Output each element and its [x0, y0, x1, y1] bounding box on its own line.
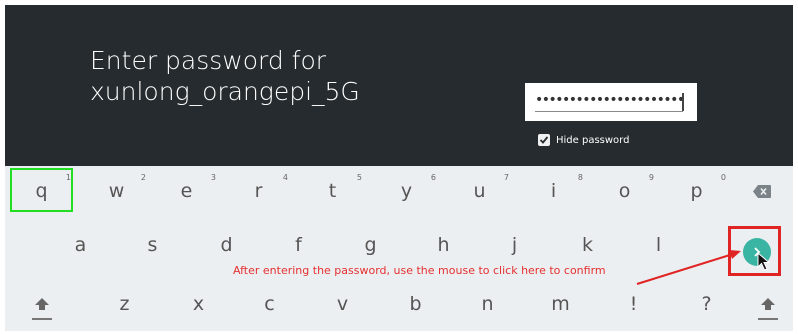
on-screen-keyboard: q1 w2 e3 r4 t5 y6 u7 i8 o9 p0 a s d f g: [5, 166, 793, 331]
hide-password-checkbox[interactable]: [538, 134, 550, 146]
hide-password-toggle[interactable]: Hide password: [538, 131, 629, 149]
screen: Enter password for xunlong_orangepi_5G •…: [5, 5, 793, 331]
password-input[interactable]: ••••••••••••••••••••••••: [525, 83, 697, 121]
prompt-network-name: xunlong_orangepi_5G: [90, 77, 360, 106]
checkmark-icon: [539, 136, 549, 144]
password-prompt: Enter password for xunlong_orangepi_5G: [90, 45, 360, 107]
password-value: ••••••••••••••••••••••••: [535, 92, 683, 108]
input-underline: [535, 111, 683, 112]
prompt-line-1: Enter password for: [90, 46, 327, 75]
mouse-pointer-icon: [757, 252, 771, 271]
wifi-password-dialog: Enter password for xunlong_orangepi_5G •…: [5, 5, 793, 166]
text-cursor: [682, 93, 684, 111]
hide-password-label: Hide password: [556, 134, 630, 146]
annotation-arrow: [636, 250, 741, 285]
